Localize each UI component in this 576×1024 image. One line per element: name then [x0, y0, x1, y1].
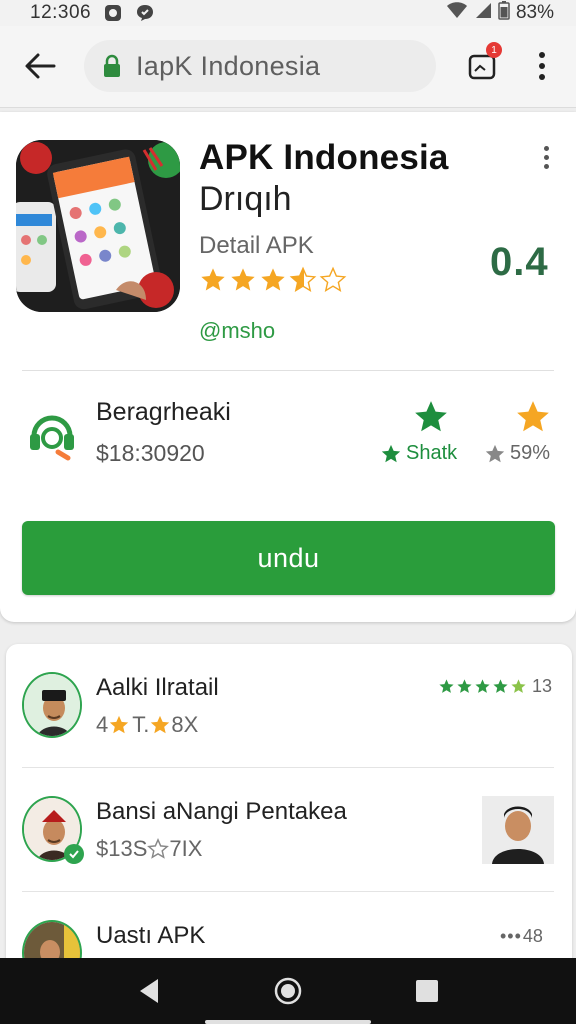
review-meta: 4 T. 8X	[96, 712, 198, 738]
meta-prefix: 4	[96, 712, 109, 737]
version-badge: 0.4	[490, 240, 549, 284]
star-filled-icon	[511, 679, 526, 693]
dots-icon: •••	[500, 926, 522, 946]
url-text: IapK Indonesia	[136, 50, 321, 81]
url-bar[interactable]: IapK Indonesia	[84, 40, 436, 92]
kebab-menu-icon	[539, 52, 545, 80]
reviewer-name: Aalki Ilratail	[96, 674, 219, 701]
meta-suffix: 7IX	[169, 836, 203, 861]
overflow-menu-button[interactable]	[524, 46, 560, 86]
app-notification-icon	[103, 3, 123, 23]
reviews-card: Aalki Ilratail 4 T. 8X 13 Bansi aNangi P…	[6, 644, 572, 986]
app-title: APK Indonesia	[199, 138, 449, 177]
star-half-icon	[289, 266, 317, 292]
review-rating: 13	[438, 676, 552, 697]
nav-recents-button[interactable]	[407, 971, 447, 1011]
battery-percent: 83%	[515, 2, 554, 23]
triangle-back-icon	[140, 979, 159, 1003]
dot	[543, 155, 549, 160]
star-filled-icon	[493, 679, 508, 693]
signal-icon	[474, 1, 492, 25]
app-detail-label: Detail APK	[199, 232, 314, 259]
star-filled-icon	[261, 268, 285, 291]
more-indicator[interactable]: ••• 48	[500, 926, 543, 947]
browser-toolbar: IapK Indonesia 1	[0, 26, 576, 108]
wifi-icon	[446, 1, 468, 25]
divider	[22, 891, 554, 892]
star-green-icon	[412, 398, 450, 441]
app-card: APK Indonesia Drıqıh Detail APK @msho 0.…	[0, 112, 576, 622]
star-filled-icon	[457, 679, 472, 693]
download-button[interactable]: undu	[22, 521, 555, 595]
dot	[543, 164, 549, 169]
support-agent-icon	[26, 408, 78, 462]
share-stat: Shatk	[380, 442, 457, 465]
info-size: $18:30920	[96, 440, 205, 466]
review-photo[interactable]	[482, 796, 554, 864]
reviewer-name: Bansi aNangi Pentakea	[96, 798, 347, 825]
avatar	[22, 672, 82, 738]
nav-home-button[interactable]	[268, 971, 308, 1011]
reviewer-name: Uastı APK	[96, 922, 206, 949]
star-orange-icon	[514, 398, 552, 441]
info-title: Beragrheaki	[96, 398, 231, 426]
star-small-green-icon	[381, 444, 401, 462]
lock-icon	[102, 54, 122, 78]
star-empty-icon	[147, 838, 170, 859]
divider	[22, 767, 554, 768]
share-label: Shatk	[406, 442, 458, 464]
dot	[543, 146, 549, 151]
star-small-gray-icon	[485, 444, 505, 462]
tabs-button[interactable]: 1	[462, 42, 502, 86]
review-meta: $13S 7IX	[96, 836, 202, 862]
star-empty-icon	[319, 266, 347, 292]
system-nav-bar	[0, 958, 576, 1024]
meta-value: $13S	[96, 836, 148, 861]
rating-count: 13	[532, 676, 553, 696]
status-time: 12:306	[30, 2, 92, 23]
percent-label: 59%	[510, 442, 551, 464]
tabs-count-badge: 1	[486, 42, 502, 58]
home-indicator	[205, 1020, 371, 1024]
star-filled-icon	[201, 268, 225, 291]
nav-back-button[interactable]	[129, 971, 169, 1011]
meta-suffix: 8X	[171, 712, 199, 737]
verified-icon	[64, 844, 84, 864]
back-arrow-icon	[25, 53, 56, 79]
developer-link[interactable]: @msho	[199, 318, 275, 344]
rating-stars	[199, 266, 347, 294]
circle-home-icon	[274, 977, 302, 1005]
app-subtitle: Drıqıh	[199, 180, 292, 218]
back-button[interactable]	[20, 46, 60, 86]
star-filled-icon	[110, 715, 129, 734]
star-filled-icon	[475, 679, 490, 693]
divider	[22, 370, 554, 371]
percent-stat: 59%	[484, 442, 550, 465]
chat-notification-icon	[135, 3, 155, 23]
meta-mid: T.	[132, 712, 150, 737]
square-recents-icon	[415, 980, 438, 1002]
star-filled-icon	[231, 268, 255, 291]
app-overflow-menu[interactable]	[534, 142, 558, 172]
battery-icon	[498, 0, 510, 26]
count: 48	[522, 926, 543, 946]
status-bar: 12:306 83%	[0, 0, 576, 26]
app-icon[interactable]	[16, 140, 180, 312]
star-filled-icon	[151, 715, 170, 734]
star-filled-icon	[439, 679, 454, 693]
